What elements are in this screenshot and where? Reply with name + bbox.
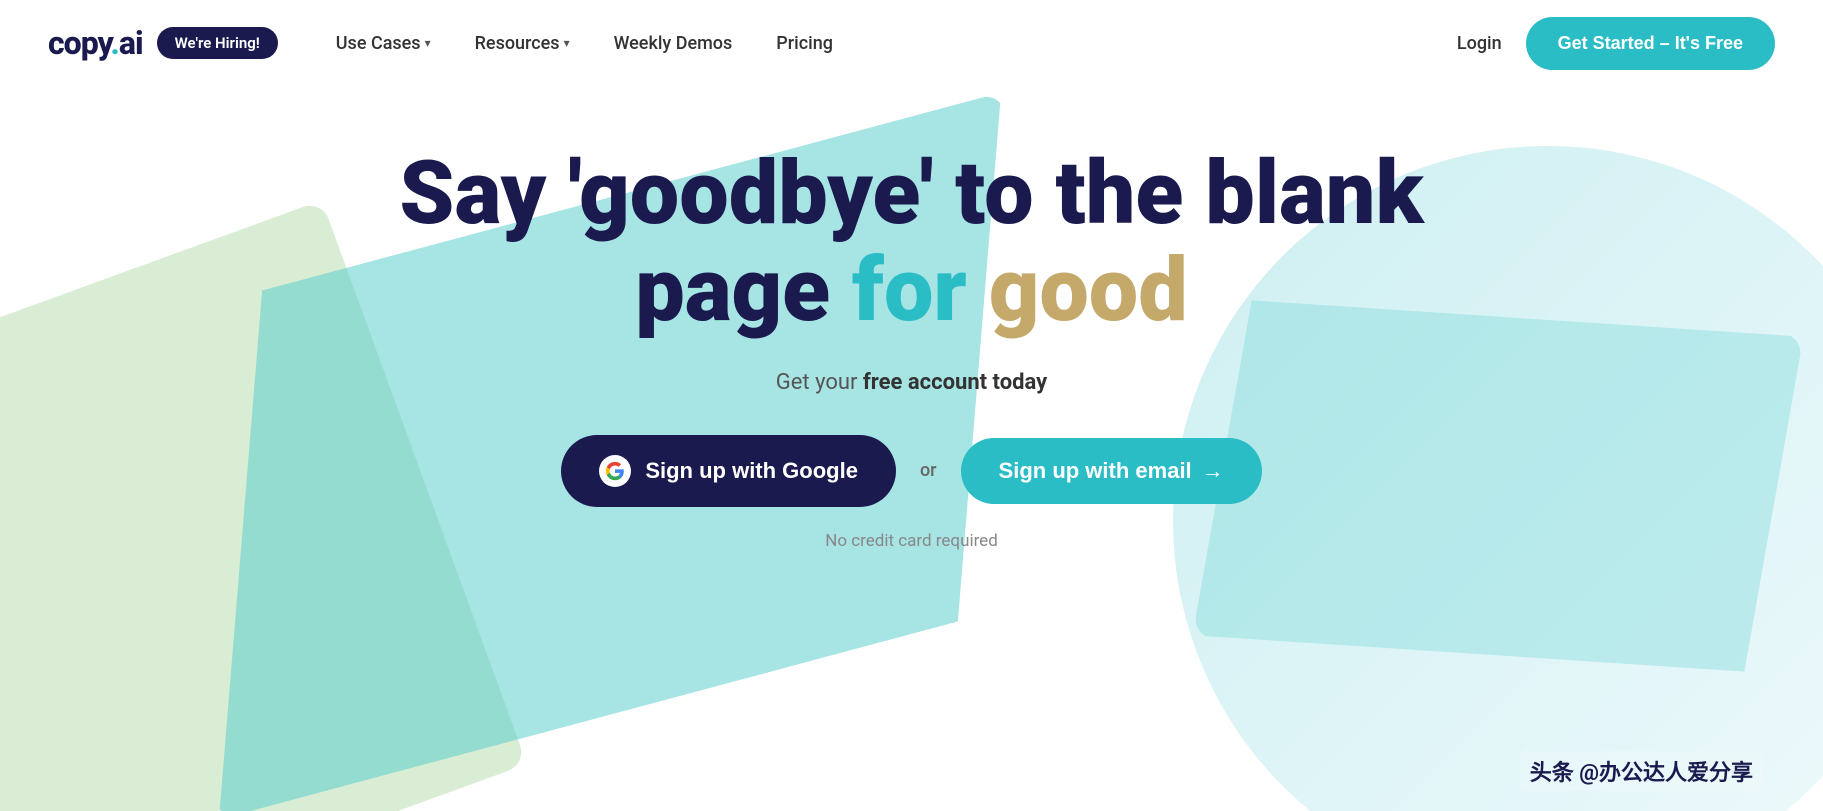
hero-title: Say 'goodbye' to the blank page for good bbox=[362, 146, 1462, 340]
hero-section: Say 'goodbye' to the blank page for good… bbox=[0, 86, 1823, 811]
nav-resources[interactable]: Resources ▾ bbox=[457, 23, 588, 64]
email-signup-button[interactable]: Sign up with email → bbox=[961, 438, 1262, 504]
chevron-down-icon: ▾ bbox=[564, 36, 570, 50]
login-link[interactable]: Login bbox=[1457, 33, 1502, 54]
nav-right: Login Get Started – It's Free bbox=[1457, 17, 1775, 70]
nav-weekly-demos[interactable]: Weekly Demos bbox=[596, 23, 751, 64]
cta-row: Sign up with Google or Sign up with emai… bbox=[362, 435, 1462, 507]
nav-use-cases[interactable]: Use Cases ▾ bbox=[318, 23, 449, 64]
navbar: copy.ai We're Hiring! Use Cases ▾ Resour… bbox=[0, 0, 1823, 86]
google-signup-button[interactable]: Sign up with Google bbox=[561, 435, 896, 507]
hiring-badge[interactable]: We're Hiring! bbox=[157, 27, 278, 59]
nav-links: Use Cases ▾ Resources ▾ Weekly Demos Pri… bbox=[318, 23, 1457, 64]
nav-pricing[interactable]: Pricing bbox=[758, 23, 851, 64]
chevron-down-icon: ▾ bbox=[425, 36, 431, 50]
logo-wrap: copy.ai We're Hiring! bbox=[48, 24, 278, 62]
hero-content: Say 'goodbye' to the blank page for good… bbox=[362, 146, 1462, 551]
logo: copy.ai bbox=[48, 24, 143, 62]
or-divider: or bbox=[920, 460, 937, 481]
google-icon bbox=[599, 455, 631, 487]
get-started-button[interactable]: Get Started – It's Free bbox=[1526, 17, 1775, 70]
hero-subtitle: Get your free account today bbox=[362, 370, 1462, 395]
watermark: 头条 @办公达人爱分享 bbox=[1520, 751, 1763, 791]
arrow-icon: → bbox=[1202, 458, 1224, 484]
no-credit-text: No credit card required bbox=[362, 531, 1462, 551]
